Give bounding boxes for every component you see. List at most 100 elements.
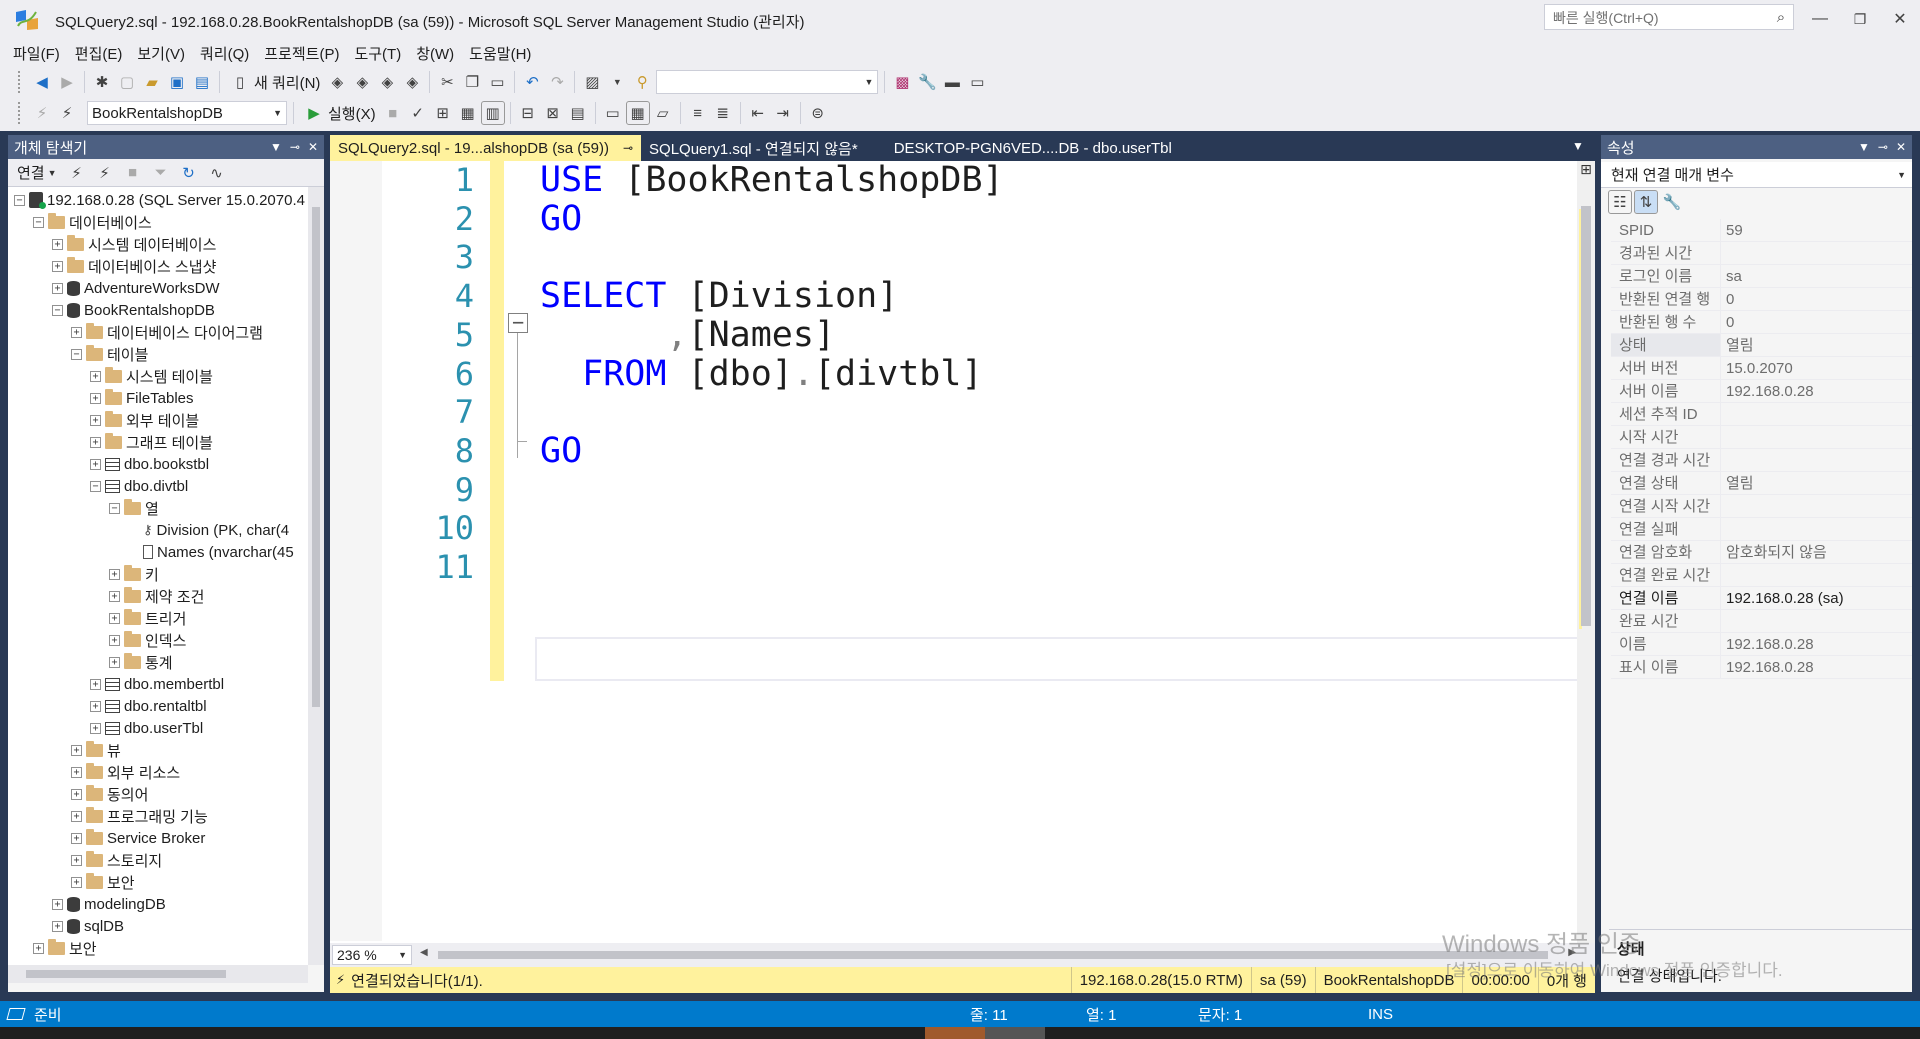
expand-icon[interactable]: +: [71, 326, 82, 338]
expand-icon[interactable]: +: [71, 832, 82, 844]
expand-icon[interactable]: +: [90, 458, 101, 470]
property-row[interactable]: 상태 열림: [1611, 334, 1912, 357]
property-row[interactable]: 연결 상태 열림: [1611, 472, 1912, 495]
connect-icon[interactable]: ⚡: [31, 102, 53, 124]
expand-icon[interactable]: +: [71, 810, 82, 822]
property-row[interactable]: 서버 이름 192.168.0.28: [1611, 380, 1912, 403]
available-databases-dropdown[interactable]: BookRentalshopDB ▼: [87, 101, 287, 125]
expand-icon[interactable]: +: [52, 898, 63, 910]
pin-icon[interactable]: ⊸: [1878, 140, 1888, 154]
find-in-files-icon[interactable]: ⚲: [631, 71, 653, 93]
collapse-icon[interactable]: −: [508, 312, 528, 333]
change-connection-icon[interactable]: ⚡: [56, 102, 78, 124]
menu-window[interactable]: 창(W): [409, 40, 462, 66]
tree-node[interactable]: ⚷ Division (PK, char(4: [128, 519, 289, 541]
scroll-left-icon[interactable]: ◀: [420, 947, 428, 958]
cut-icon[interactable]: ✂: [436, 71, 458, 93]
tree-node[interactable]: + FileTables: [90, 387, 194, 409]
code-line[interactable]: USE [BookRentalshopDB]: [540, 157, 1004, 204]
parse-check-icon[interactable]: ✓: [407, 102, 429, 124]
expand-icon[interactable]: +: [71, 766, 82, 778]
decrease-indent-icon[interactable]: ⇤: [747, 102, 769, 124]
results-to-grid-icon[interactable]: ▦: [625, 101, 650, 125]
menu-tools[interactable]: 도구(T): [347, 40, 409, 66]
tree-node[interactable]: + dbo.membertbl: [90, 673, 224, 695]
scrollbar-thumb[interactable]: [312, 207, 320, 707]
code-line[interactable]: FROM [dbo].[divtbl]: [540, 351, 982, 398]
code-line[interactable]: GO: [540, 428, 582, 475]
tree-node[interactable]: + 시스템 테이블: [90, 365, 213, 387]
collapse-icon[interactable]: −: [14, 194, 25, 206]
solution-explorer-icon[interactable]: ▩: [891, 71, 913, 93]
expand-icon[interactable]: +: [109, 568, 120, 580]
panel-dropdown-icon[interactable]: ▼: [1858, 140, 1870, 154]
filter-icon[interactable]: ⏷: [150, 162, 172, 184]
refresh-icon[interactable]: ↻: [178, 162, 200, 184]
editor-vertical-scrollbar[interactable]: ⊞: [1577, 161, 1595, 943]
property-row[interactable]: 서버 버전 15.0.2070: [1611, 357, 1912, 380]
pin-icon[interactable]: ⊸: [290, 140, 300, 154]
actual-plan-icon[interactable]: ⊠: [542, 102, 564, 124]
expand-icon[interactable]: +: [52, 920, 63, 932]
property-row[interactable]: 반환된 행 수 0: [1611, 311, 1912, 334]
new-project-icon[interactable]: ✱: [91, 71, 113, 93]
property-row[interactable]: 연결 완료 시간: [1611, 564, 1912, 587]
forward-icon[interactable]: ▶: [56, 71, 78, 93]
expand-icon[interactable]: +: [90, 436, 101, 448]
expand-icon[interactable]: +: [71, 744, 82, 756]
expand-icon[interactable]: +: [90, 370, 101, 382]
tree-node[interactable]: + AdventureWorksDW: [52, 277, 220, 299]
stop-icon[interactable]: ■: [382, 102, 404, 124]
properties-wrench-icon[interactable]: 🔧: [916, 71, 938, 93]
menu-project[interactable]: 프로젝트(P): [257, 40, 347, 66]
stop-icon[interactable]: ■: [122, 162, 144, 184]
vertical-scrollbar[interactable]: [308, 187, 324, 965]
tree-node[interactable]: + 보안: [71, 871, 135, 893]
tree-node[interactable]: + 뷰: [71, 739, 121, 761]
code-line[interactable]: GO: [540, 196, 582, 243]
property-row[interactable]: SPID 59: [1611, 219, 1912, 242]
activity-monitor-icon[interactable]: ▨: [581, 71, 603, 93]
dmx-query-icon[interactable]: ◈: [351, 71, 373, 93]
toolbar-grip[interactable]: [18, 71, 24, 93]
tree-node[interactable]: + 통계: [109, 651, 173, 673]
activity-monitor-icon[interactable]: ∿: [206, 162, 228, 184]
taskbar-item[interactable]: [985, 1027, 1045, 1039]
expand-icon[interactable]: +: [52, 260, 63, 272]
collapse-icon[interactable]: −: [33, 216, 44, 228]
property-row[interactable]: 연결 암호화 암호화되지 않음: [1611, 541, 1912, 564]
tree-node[interactable]: + 트리거: [109, 607, 186, 629]
solution-config-dropdown-icon[interactable]: ▼: [606, 71, 628, 93]
property-row[interactable]: 완료 시간: [1611, 610, 1912, 633]
alphabetical-icon[interactable]: ⇅: [1634, 190, 1658, 214]
save-icon[interactable]: ▣: [166, 71, 188, 93]
property-row[interactable]: 연결 경과 시간: [1611, 449, 1912, 472]
tree-node[interactable]: − BookRentalshopDB: [52, 299, 215, 321]
tree-node[interactable]: + 시스템 데이터베이스: [52, 233, 216, 255]
close-button[interactable]: ✕: [1885, 6, 1915, 32]
expand-icon[interactable]: +: [52, 238, 63, 250]
tree-node[interactable]: + dbo.rentaltbl: [90, 695, 207, 717]
command-window-icon[interactable]: ▭: [966, 71, 988, 93]
expand-icon[interactable]: +: [109, 656, 120, 668]
query-options-icon[interactable]: ▥: [480, 101, 505, 125]
results-to-file-icon[interactable]: ▱: [652, 102, 674, 124]
estimated-plan-icon[interactable]: ⊞: [432, 102, 454, 124]
redo-icon[interactable]: ↷: [546, 71, 568, 93]
property-row[interactable]: 연결 실패: [1611, 518, 1912, 541]
expand-icon[interactable]: +: [71, 876, 82, 888]
execute-button[interactable]: ▶ 실행(X): [300, 101, 379, 125]
scrollbar-thumb[interactable]: [26, 970, 226, 978]
property-pages-icon[interactable]: 🔧: [1661, 191, 1683, 213]
property-row[interactable]: 반환된 연결 행 0: [1611, 288, 1912, 311]
editor-horizontal-scrollbar[interactable]: ◀ ▶: [418, 946, 1578, 964]
tree-node[interactable]: + 제약 조건: [109, 585, 204, 607]
expand-icon[interactable]: +: [71, 854, 82, 866]
comment-icon[interactable]: ≡: [687, 102, 709, 124]
tree-node[interactable]: + sqlDB: [52, 915, 124, 937]
code-area[interactable]: USE [BookRentalshopDB] GO SELECT [Division…: [540, 160, 1570, 941]
tree-node[interactable]: + 키: [109, 563, 159, 585]
results-to-text-icon[interactable]: ▭: [602, 102, 624, 124]
property-row[interactable]: 연결 이름 192.168.0.28 (sa): [1611, 587, 1912, 610]
object-explorer-header[interactable]: 개체 탐색기 ▼ ⊸ ✕: [8, 135, 324, 159]
